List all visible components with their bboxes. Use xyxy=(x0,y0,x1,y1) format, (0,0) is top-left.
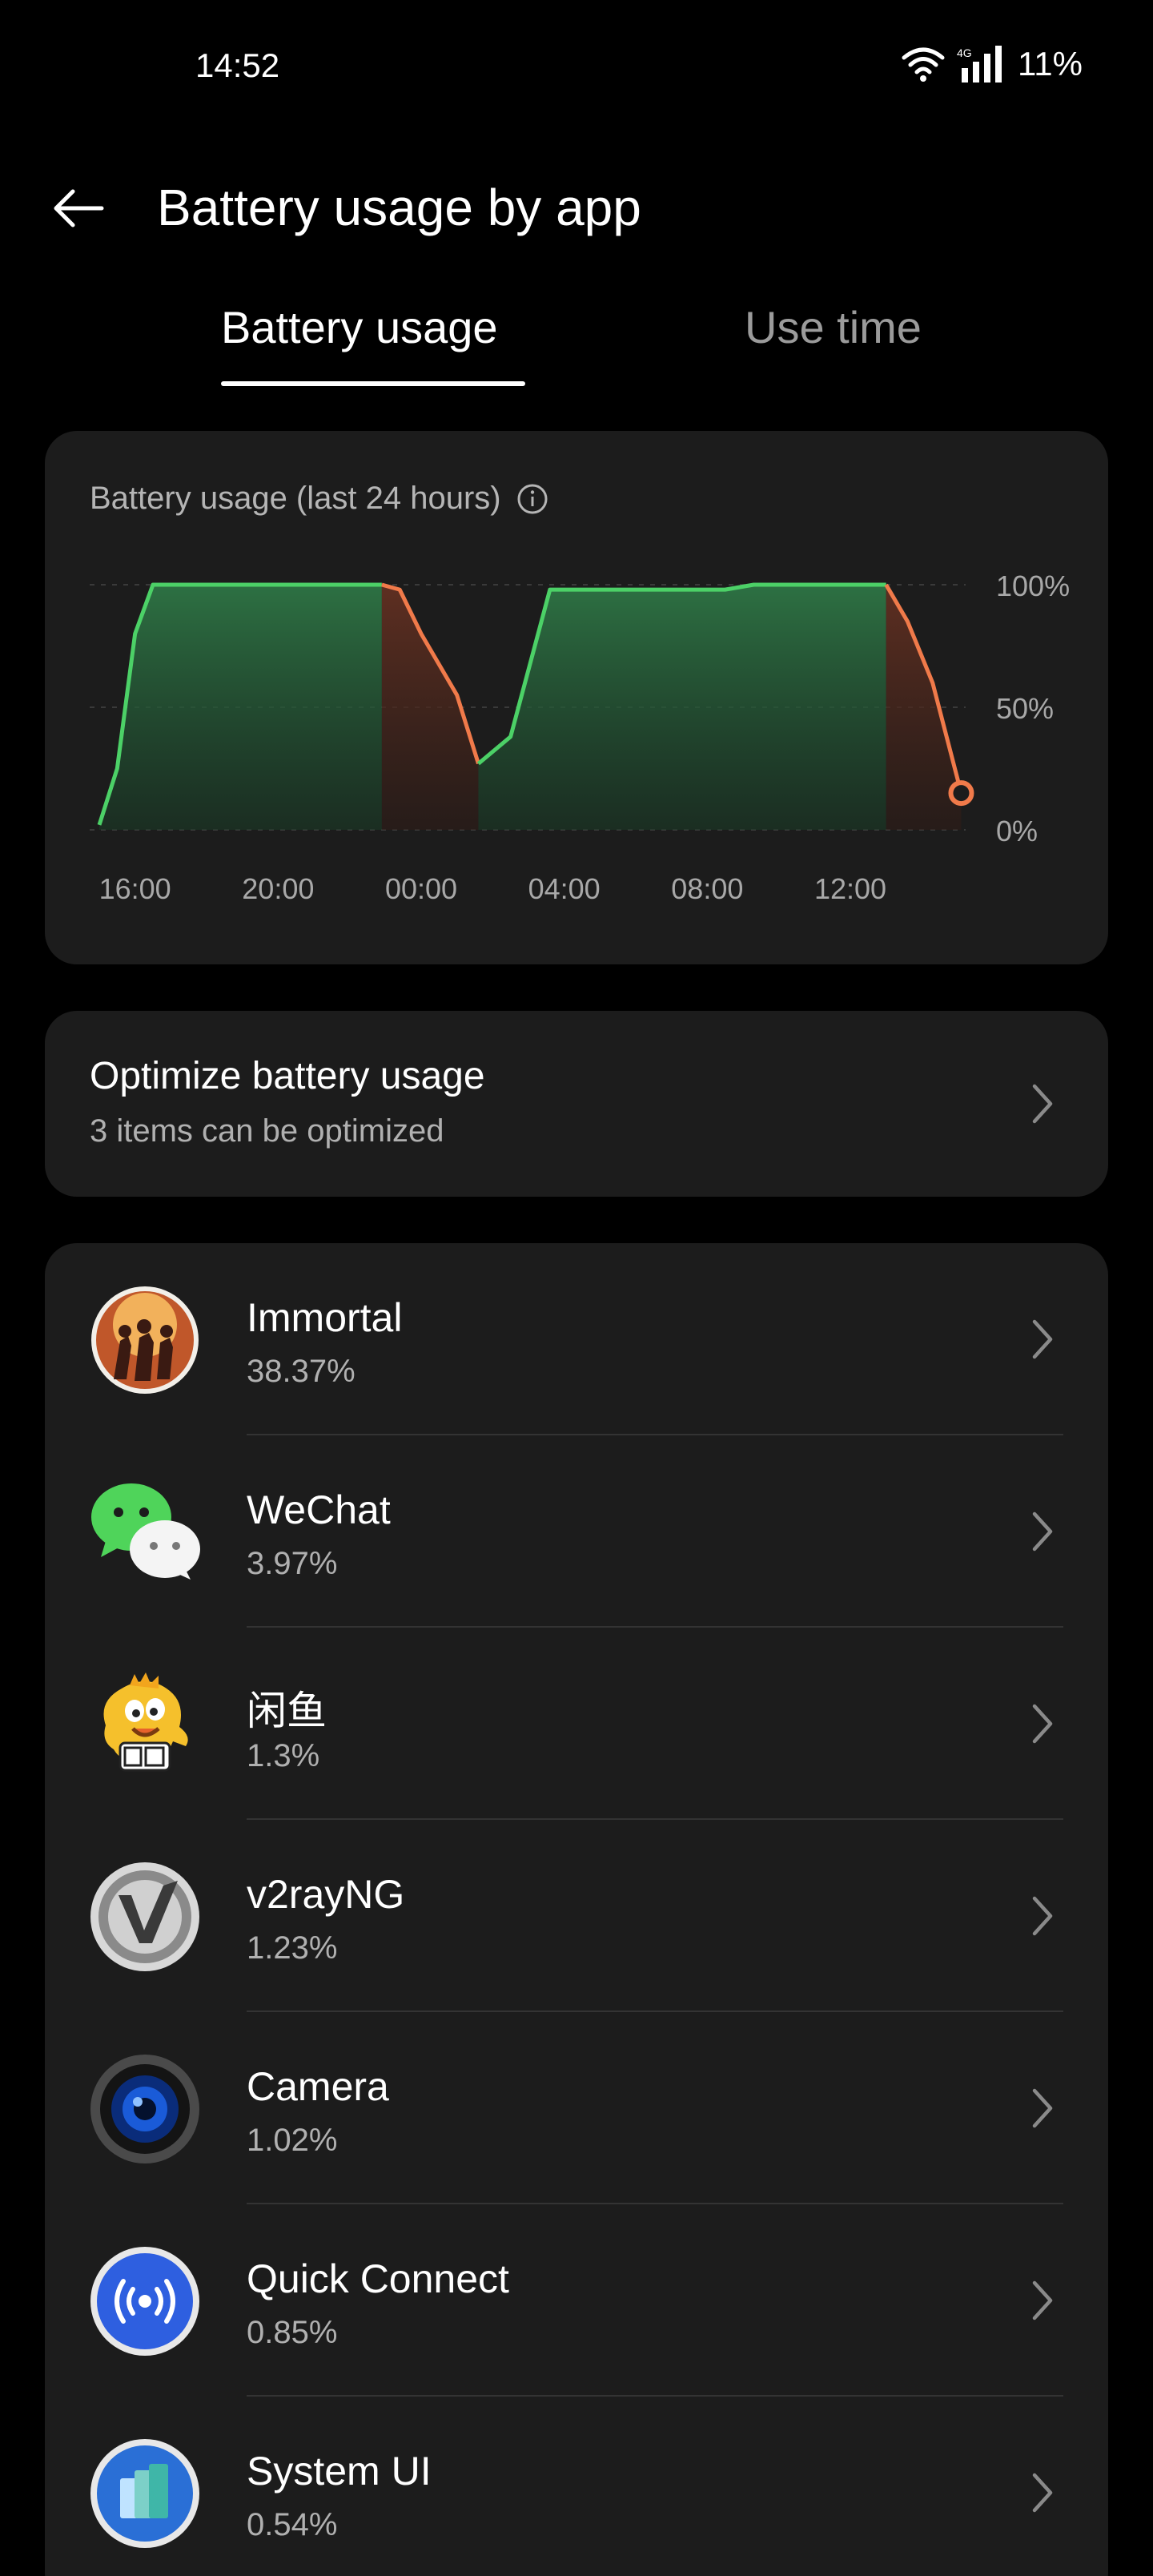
status-icons: 4G 11% xyxy=(901,45,1083,83)
chart-current-point xyxy=(948,780,974,807)
app-header: Battery usage by app xyxy=(0,160,1153,256)
app-row-system-ui[interactable]: System UI 0.54% xyxy=(45,2397,1108,2576)
chevron-right-icon xyxy=(1032,1704,1053,1744)
optimize-battery-card[interactable]: Optimize battery usage 3 items can be op… xyxy=(45,1011,1108,1197)
chevron-right-icon xyxy=(1032,2473,1053,2513)
chart-x-tick-label: 00:00 xyxy=(385,872,457,905)
app-name: WeChat xyxy=(247,1487,391,1532)
app-row-quick-connect[interactable]: Quick Connect 0.85% xyxy=(45,2204,1108,2397)
chart-x-tick-label: 04:00 xyxy=(528,872,601,905)
chart-x-tick-label: 16:00 xyxy=(99,872,171,905)
app-usage: 0.85% xyxy=(247,2315,338,2350)
chevron-right-icon xyxy=(1032,1084,1053,1124)
battery-percent: 11% xyxy=(1018,45,1083,83)
cellular-signal-icon: 4G xyxy=(957,46,1002,83)
chevron-right-icon xyxy=(1032,1896,1053,1936)
app-row-immortal[interactable]: Immortal 38.37% xyxy=(45,1243,1108,1435)
app-name: 闲鱼 xyxy=(247,1688,327,1733)
app-usage: 3.97% xyxy=(247,1546,338,1581)
network-type-label: 4G xyxy=(957,46,972,59)
tab-active-indicator xyxy=(221,381,525,386)
app-row-camera[interactable]: Camera 1.02% xyxy=(45,2012,1108,2204)
app-row-xianyu[interactable]: 闲鱼 1.3% xyxy=(45,1628,1108,1820)
system-ui-icon xyxy=(90,2438,200,2549)
app-usage: 38.37% xyxy=(247,1354,356,1389)
wechat-icon xyxy=(90,1477,200,1588)
v2rayng-icon xyxy=(90,1862,200,1972)
battery-chart-card: Battery usage (last 24 hours) 100% 50% 0% … xyxy=(45,431,1108,964)
chart-x-tick-label: 12:00 xyxy=(814,872,886,905)
app-usage: 1.23% xyxy=(247,1930,338,1966)
chevron-right-icon xyxy=(1032,2280,1053,2320)
tab-bar: Battery usage Use time xyxy=(0,288,1153,392)
app-row-v2rayng[interactable]: v2rayNG 1.23% xyxy=(45,1820,1108,2012)
chevron-right-icon xyxy=(1032,1511,1053,1552)
chart-x-tick-label: 08:00 xyxy=(671,872,743,905)
status-bar: 14:52 4G 11% xyxy=(0,0,1153,136)
chevron-right-icon xyxy=(1032,2088,1053,2128)
app-name: Camera xyxy=(247,2064,389,2109)
tab-use-time[interactable]: Use time xyxy=(745,301,922,353)
app-name: System UI xyxy=(247,2449,432,2493)
wifi-icon xyxy=(902,47,945,82)
app-row-wechat[interactable]: WeChat 3.97% xyxy=(45,1435,1108,1628)
battery-usage-chart: 100% 50% 0% 16:00 20:00 00:00 04:00 08:00 12:00 xyxy=(90,570,1070,905)
app-usage: 0.54% xyxy=(247,2507,338,2542)
xianyu-icon xyxy=(90,1669,200,1780)
chart-x-tick-label: 20:00 xyxy=(242,872,314,905)
chart-y-tick-label: 100% xyxy=(996,570,1070,602)
camera-icon xyxy=(90,2054,200,2164)
chevron-right-icon xyxy=(1032,1319,1053,1359)
chart-y-tick-label: 50% xyxy=(996,692,1054,725)
back-button[interactable] xyxy=(46,176,110,240)
app-list-card: Immortal 38.37% WeChat 3.97% 闲鱼 1.3% v2r… xyxy=(45,1243,1108,2576)
app-name: Quick Connect xyxy=(247,2256,509,2301)
optimize-subtitle: 3 items can be optimized xyxy=(90,1113,444,1149)
app-name: v2rayNG xyxy=(247,1872,405,1917)
app-usage: 1.3% xyxy=(247,1738,320,1773)
chart-charging-area xyxy=(99,585,382,830)
app-usage: 1.02% xyxy=(247,2123,338,2158)
optimize-title: Optimize battery usage xyxy=(90,1055,485,1097)
chart-y-tick-label: 0% xyxy=(996,815,1038,847)
tab-battery-usage[interactable]: Battery usage xyxy=(221,301,498,353)
immortal-game-icon xyxy=(90,1285,200,1395)
app-name: Immortal xyxy=(247,1295,403,1340)
page-title: Battery usage by app xyxy=(157,179,641,236)
quick-connect-icon xyxy=(90,2246,200,2357)
arrow-left-icon xyxy=(54,189,104,227)
status-time: 14:52 xyxy=(195,46,280,84)
